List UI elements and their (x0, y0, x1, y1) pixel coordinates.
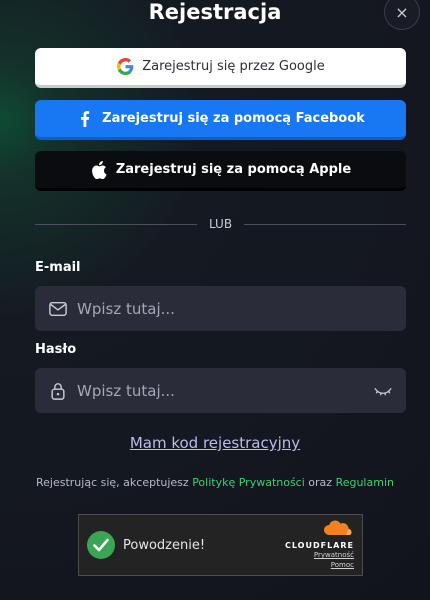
divider-line-left (35, 223, 197, 225)
cloudflare-cloud-icon (322, 520, 354, 540)
captcha-status: Powodzenie! (123, 537, 206, 553)
facebook-signup-button[interactable]: Zarejestruj się za pomocą Facebook (35, 100, 406, 140)
privacy-policy-link[interactable]: Politykę Prywatności (192, 476, 305, 489)
terms-text: Rejestrując się, akceptujesz Politykę Pr… (0, 476, 430, 489)
apple-signup-label: Zarejestruj się za pomocą Apple (115, 162, 352, 177)
password-label: Hasło (35, 342, 77, 357)
divider-line-right (244, 223, 407, 225)
captcha-help-link[interactable]: Pomoc (331, 560, 354, 570)
divider-label: LUB (208, 217, 233, 231)
cloudflare-captcha: Powodzenie! CLOUDFLARE Prywatność Pomoc (78, 514, 363, 576)
password-input[interactable] (77, 381, 364, 400)
success-check-icon (87, 531, 115, 559)
eye-closed-icon[interactable] (374, 382, 392, 400)
google-signup-button[interactable]: Zarejestruj się przez Google (35, 48, 406, 88)
rules-link[interactable]: Regulamin (336, 476, 394, 489)
registration-code-link[interactable]: Mam kod rejestracyjny (0, 434, 430, 452)
captcha-privacy-link[interactable]: Prywatność (314, 550, 354, 560)
apple-signup-button[interactable]: Zarejestruj się za pomocą Apple (35, 151, 406, 191)
lock-icon (49, 382, 67, 400)
close-button[interactable]: × (384, 0, 420, 30)
email-field-wrapper[interactable] (35, 286, 406, 331)
page-title: Rejestracja (148, 0, 282, 24)
cloudflare-logo-text: CLOUDFLARE (285, 541, 354, 550)
apple-icon (90, 160, 108, 179)
google-icon (116, 58, 134, 76)
email-input[interactable] (77, 299, 392, 318)
close-icon: × (395, 2, 409, 22)
terms-prefix: Rejestrując się, akceptujesz (36, 476, 193, 489)
terms-and: oraz (304, 476, 336, 489)
facebook-icon (76, 110, 94, 128)
mail-icon (49, 300, 67, 318)
password-field-wrapper[interactable] (35, 368, 406, 413)
cloudflare-branding: CLOUDFLARE Prywatność Pomoc (285, 520, 354, 570)
email-label: E-mail (35, 260, 81, 275)
facebook-signup-label: Zarejestruj się za pomocą Facebook (102, 111, 365, 126)
google-signup-label: Zarejestruj się przez Google (142, 59, 325, 74)
or-divider: LUB (35, 216, 407, 232)
